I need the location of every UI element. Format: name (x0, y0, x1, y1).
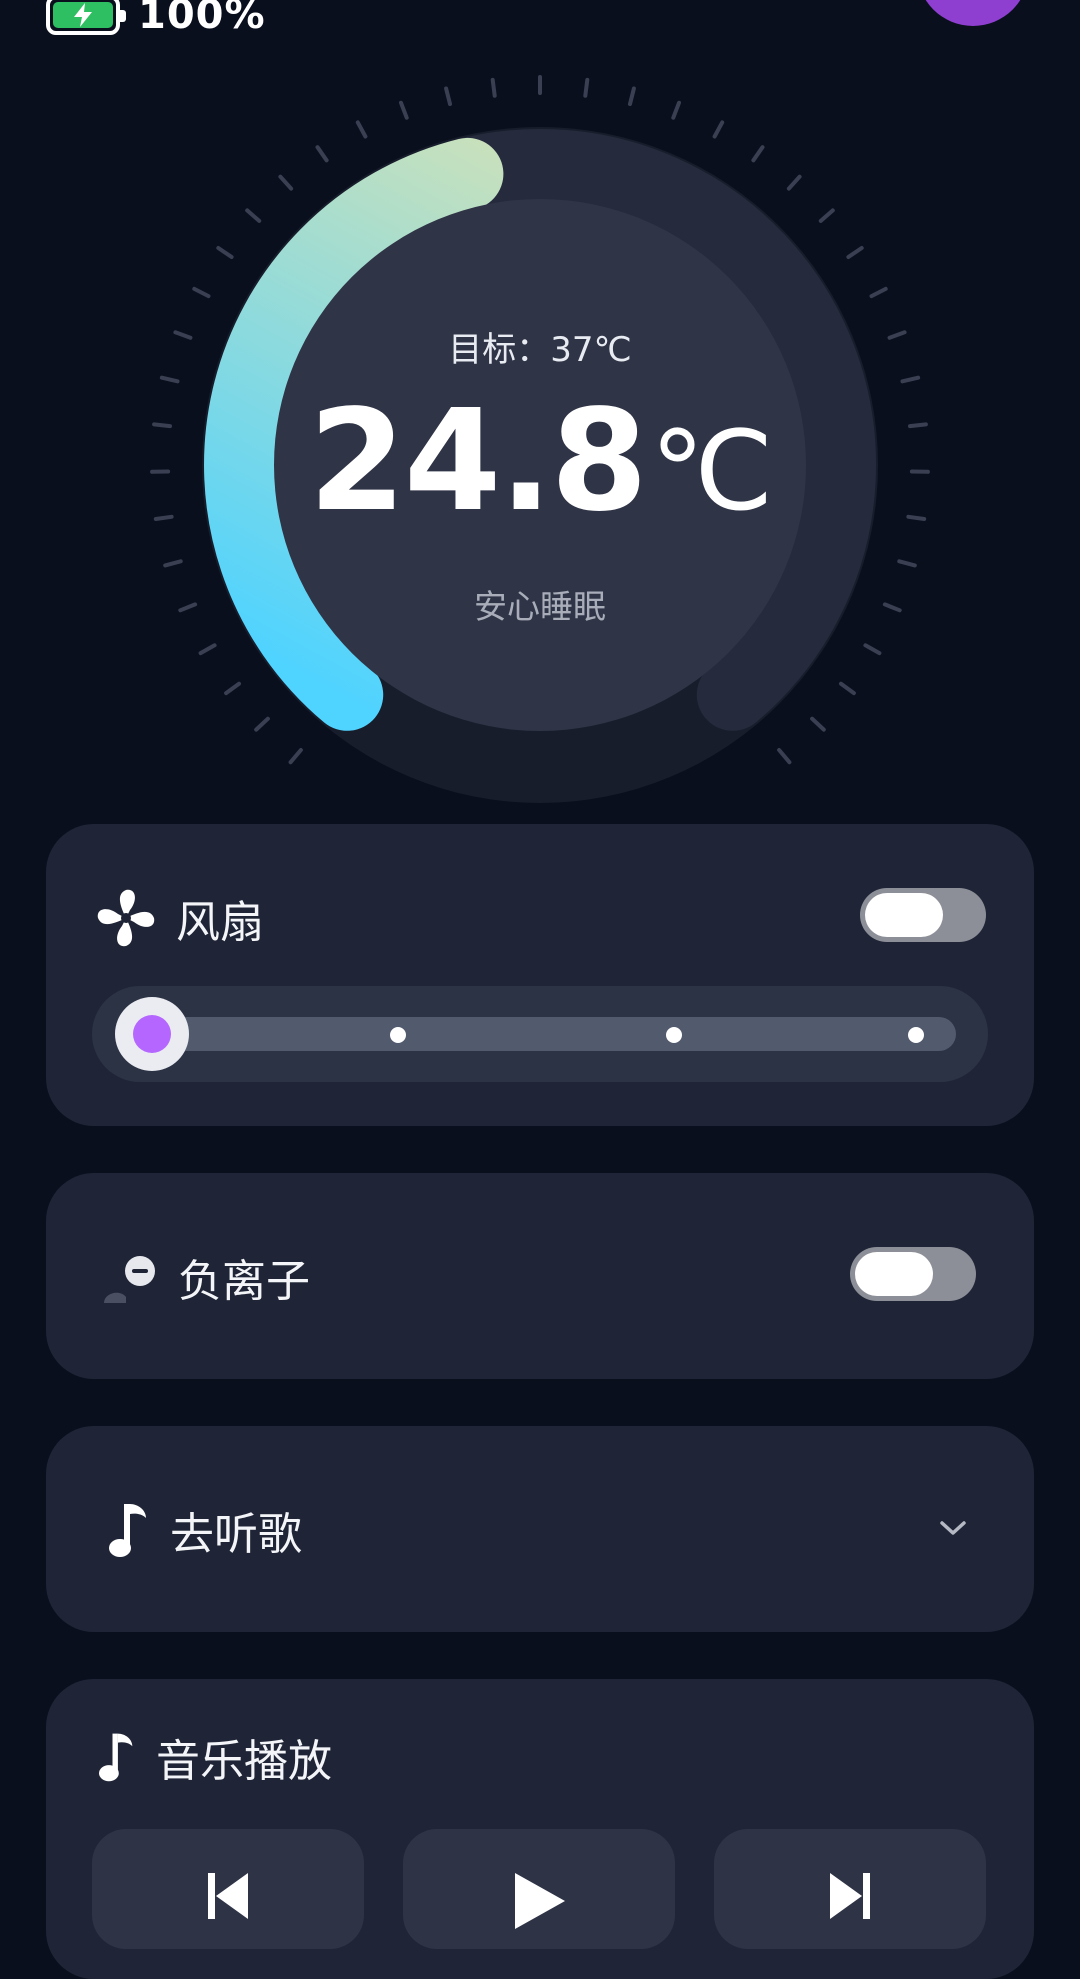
fan-speed-thumb-indicator (133, 1015, 171, 1053)
dial-tick (673, 103, 679, 118)
fan-title-row: 风扇 (94, 886, 264, 950)
fan-toggle[interactable] (860, 888, 986, 942)
fan-title: 风扇 (176, 886, 264, 950)
dial-tick (872, 289, 886, 296)
thermostat-dial: 目标：37℃ 24.8℃ 安心睡眠 (0, 0, 1080, 820)
music-player-card: 音乐播放 (46, 1679, 1034, 1979)
dial-tick (630, 89, 634, 105)
anion-title: 负离子 (178, 1245, 310, 1309)
dial-tick (218, 248, 231, 257)
dial-tick (841, 684, 854, 693)
dial-tick (715, 122, 723, 136)
current-temperature-unit: ℃ (650, 407, 772, 535)
dial-tick (318, 147, 327, 160)
anion-title-row: 负离子 (100, 1245, 310, 1309)
current-temperature-value: 24.8 (309, 380, 646, 543)
dial-tick (493, 80, 495, 96)
previous-icon (206, 1871, 250, 1921)
dial-tick (585, 80, 587, 96)
fan-speed-thumb[interactable] (115, 997, 189, 1071)
target-temperature: 目标：37℃ (0, 322, 1080, 371)
play-icon (511, 1871, 567, 1931)
dial-tick (247, 210, 259, 221)
dial-tick (848, 248, 861, 257)
anion-card: 负离子 (46, 1173, 1034, 1379)
dial-tick (779, 750, 789, 762)
fan-speed-slider[interactable] (92, 986, 988, 1082)
dial-tick (291, 750, 301, 762)
dial-tick (162, 378, 178, 382)
current-temperature: 24.8℃ (0, 392, 1080, 532)
dial-tick (401, 103, 407, 118)
fan-speed-step-1[interactable] (390, 1027, 406, 1043)
dial-tick (903, 378, 919, 382)
music-note-icon (106, 1500, 152, 1560)
music-entry-card[interactable]: 去听歌 (46, 1426, 1034, 1632)
play-button[interactable] (403, 1829, 675, 1949)
fan-speed-rail (154, 1017, 956, 1051)
next-icon (828, 1871, 872, 1921)
fan-speed-step-2[interactable] (666, 1027, 682, 1043)
dial-tick (812, 719, 824, 730)
next-button[interactable] (714, 1829, 986, 1949)
fan-speed-step-3[interactable] (908, 1027, 924, 1043)
music-entry-title: 去听歌 (170, 1498, 302, 1562)
music-note-icon (96, 1730, 138, 1784)
dial-tick (201, 645, 215, 653)
dial-tick (226, 684, 239, 693)
dial-tick (899, 561, 915, 565)
dial-tick (753, 147, 762, 160)
dial-tick (256, 719, 268, 730)
fan-card: 风扇 (46, 824, 1034, 1126)
music-player-title: 音乐播放 (156, 1725, 332, 1789)
dial-tick (865, 645, 879, 653)
dial-tick (280, 177, 291, 189)
mode-label: 安心睡眠 (0, 580, 1080, 628)
dial-tick (446, 89, 450, 105)
dial-tick (789, 177, 800, 189)
music-entry-title-row: 去听歌 (106, 1498, 302, 1562)
dial-tick (821, 210, 833, 221)
previous-button[interactable] (92, 1829, 364, 1949)
chevron-down-icon[interactable] (938, 1518, 968, 1538)
negative-ion-icon (100, 1247, 160, 1307)
dial-tick (194, 289, 208, 296)
anion-toggle[interactable] (850, 1247, 976, 1301)
fan-toggle-knob (865, 893, 943, 937)
dial-tick (165, 561, 181, 565)
music-player-title-row: 音乐播放 (96, 1725, 332, 1789)
anion-toggle-knob (855, 1252, 933, 1296)
fan-icon (94, 886, 158, 950)
dial-tick (358, 122, 366, 136)
